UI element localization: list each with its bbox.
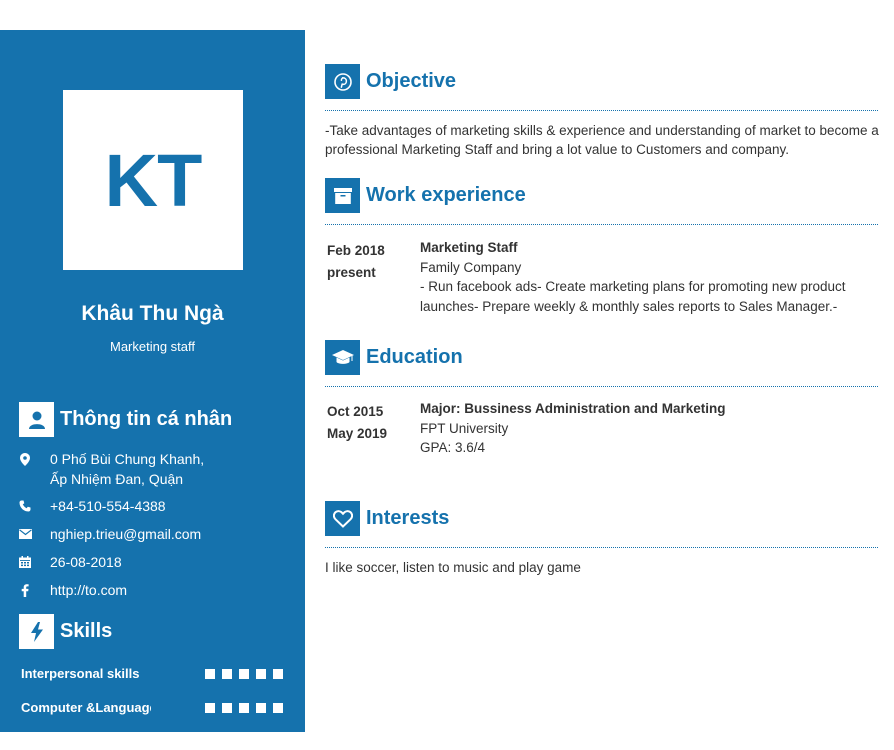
work-company: Family Company [420, 259, 522, 275]
address-line-1: 0 Phố Bùi Chung Khanh, [50, 451, 205, 467]
graduation-cap-icon [325, 340, 360, 375]
contact-dob: 26-08-2018 [18, 552, 122, 572]
lightning-icon [19, 614, 54, 649]
calendar-icon [18, 552, 32, 572]
person-title: Marketing staff [109, 339, 196, 354]
education-school: FPT University [420, 420, 509, 436]
work-position: Marketing Staff [420, 240, 518, 255]
skill-row: Computer &Language [21, 700, 283, 715]
pinterest-icon [325, 64, 360, 99]
personal-info-heading: Thông tin cá nhân [19, 402, 232, 437]
education-dates: Oct 2015 May 2019 [327, 401, 387, 445]
skill-rating-dot [205, 668, 215, 679]
cv-page: KT Khâu Thu Ngà Marketing staff Thông ti… [0, 0, 894, 750]
avatar-initials: KT [104, 138, 203, 222]
interests-text: I like soccer, listen to music and play … [325, 560, 581, 575]
work-label: Work experience [366, 184, 526, 206]
skill-rating-dot [256, 668, 266, 679]
work-date-from: Feb 2018 [327, 243, 385, 258]
objective-heading: Objective [325, 64, 456, 99]
skill-rating [198, 702, 283, 713]
skill-name: Interpersonal skills [21, 666, 140, 681]
skill-rating-dot [222, 702, 232, 713]
envelope-icon [18, 524, 32, 544]
avatar: KT [63, 90, 243, 270]
work-description: - Run facebook ads- Create marketing pla… [420, 279, 846, 314]
education-gpa: GPA: 3.6/4 [420, 440, 486, 455]
interests-divider [325, 547, 878, 548]
skill-rating-dot [222, 668, 232, 679]
work-detail: Marketing Staff Family Company - Run fac… [420, 238, 880, 316]
work-date-to: present [327, 265, 376, 280]
education-divider [325, 386, 878, 387]
skill-row: Interpersonal skills [21, 666, 283, 681]
contact-website: http://to.com [18, 580, 127, 600]
contact-email: nghiep.trieu@gmail.com [18, 524, 201, 544]
work-dates: Feb 2018 present [327, 240, 385, 284]
skill-rating-dot [273, 702, 283, 713]
education-label: Education [366, 346, 463, 368]
heart-icon [325, 501, 360, 536]
work-divider [325, 224, 878, 225]
address-line-2: Ấp Nhiệm Đan, Quận [50, 471, 184, 487]
website-link[interactable]: http://to.com [50, 580, 127, 600]
interests-heading: Interests [325, 501, 449, 536]
personal-info-label: Thông tin cá nhân [60, 408, 233, 430]
work-heading: Work experience [325, 178, 526, 213]
contact-phone: +84-510-554-4388 [18, 496, 166, 516]
objective-label: Objective [366, 70, 457, 92]
person-name: Khâu Thu Ngà [81, 302, 224, 325]
objective-text: -Take advantages of marketing skills & e… [325, 123, 879, 157]
phone-number: +84-510-554-4388 [50, 498, 166, 514]
skill-rating-dot [256, 702, 266, 713]
education-heading: Education [325, 340, 463, 375]
skill-rating-dot [239, 702, 249, 713]
user-icon [19, 402, 54, 437]
map-marker-icon [18, 449, 32, 469]
skills-label: Skills [60, 620, 113, 642]
interests-label: Interests [366, 507, 450, 529]
archive-box-icon [325, 178, 360, 213]
skill-rating [198, 668, 283, 679]
facebook-icon [18, 580, 32, 600]
education-major: Major: Bussiness Administration and Mark… [420, 401, 726, 416]
skill-rating-dot [205, 702, 215, 713]
objective-divider [325, 110, 878, 111]
skill-name: Computer &Language [21, 700, 151, 715]
date-of-birth: 26-08-2018 [50, 554, 122, 570]
skills-heading: Skills [19, 614, 112, 649]
education-date-to: May 2019 [327, 426, 388, 441]
sidebar: KT Khâu Thu Ngà Marketing staff Thông ti… [0, 30, 305, 732]
skill-rating-dot [239, 668, 249, 679]
education-date-from: Oct 2015 [327, 404, 384, 419]
email-address: nghiep.trieu@gmail.com [50, 526, 202, 542]
education-detail: Major: Bussiness Administration and Mark… [420, 399, 880, 458]
contact-address: 0 Phố Bùi Chung Khanh, Ấp Nhiệm Đan, Quậ… [18, 449, 204, 489]
skill-rating-dot [273, 668, 283, 679]
phone-icon [18, 496, 32, 516]
